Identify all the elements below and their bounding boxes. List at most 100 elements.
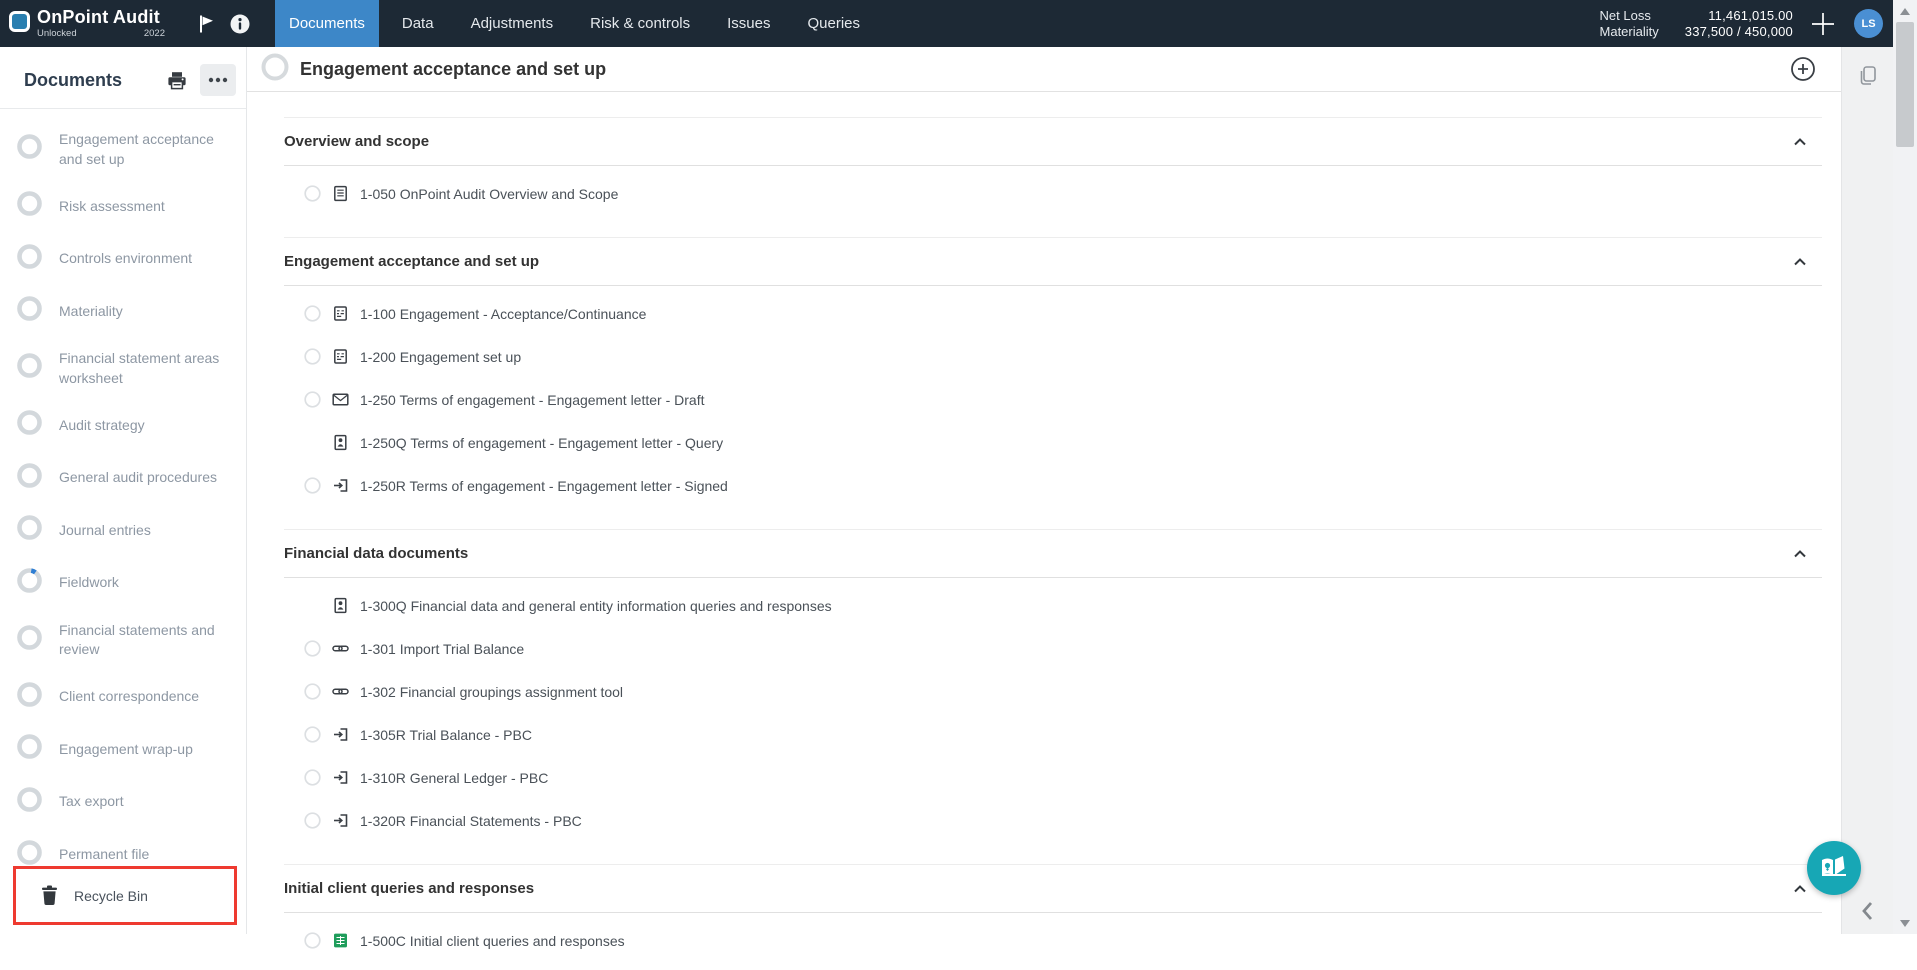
print-icon[interactable] [158, 64, 194, 96]
document-row: 1-200 Engagement set up [284, 335, 1822, 378]
document-checkbox[interactable] [304, 640, 321, 657]
chevron-up-icon[interactable] [1791, 545, 1809, 563]
checklist-icon [332, 185, 349, 202]
sidebar-item-materiality[interactable]: Materiality [0, 285, 246, 338]
scroll-down-icon[interactable] [1893, 914, 1917, 932]
document-row: 1-310R General Ledger - PBC [284, 756, 1822, 799]
info-icon[interactable] [223, 0, 257, 47]
document-title[interactable]: 1-500C Initial client queries and respon… [360, 933, 625, 949]
chevron-up-icon[interactable] [1791, 880, 1809, 898]
document-checkbox[interactable] [304, 683, 321, 700]
chevron-up-icon[interactable] [1791, 133, 1809, 151]
document-checkbox[interactable] [304, 348, 321, 365]
sidebar-item-audit-strategy[interactable]: Audit strategy [0, 399, 246, 452]
document-checkbox[interactable] [304, 812, 321, 829]
progress-ring-icon [17, 734, 42, 765]
sidebar-item-label: Risk assessment [59, 197, 165, 217]
document-title[interactable]: 1-301 Import Trial Balance [360, 641, 524, 657]
document-title[interactable]: 1-050 OnPoint Audit Overview and Scope [360, 186, 618, 202]
primary-nav: Documents Data Adjustments Risk & contro… [275, 0, 883, 47]
sidebar-item-label: Controls environment [59, 249, 192, 269]
nav-tab-adjustments[interactable]: Adjustments [457, 0, 568, 47]
app-logo[interactable]: OnPoint Audit Unlocked 2022 [9, 8, 165, 39]
right-utility-rail [1841, 47, 1893, 934]
nav-tab-risk-controls[interactable]: Risk & controls [576, 0, 704, 47]
scrollbar-thumb[interactable] [1896, 22, 1914, 147]
vertical-scrollbar[interactable] [1893, 0, 1917, 934]
lock-status: Unlocked [37, 29, 77, 39]
sidebar-item-fsa-worksheet[interactable]: Financial statement areas worksheet [0, 338, 246, 399]
avatar[interactable]: LS [1854, 9, 1883, 38]
more-options-icon[interactable] [200, 64, 236, 96]
circle-plus-icon[interactable] [1790, 56, 1816, 82]
progress-ring-icon [17, 296, 42, 327]
sidebar-item-client-correspondence[interactable]: Client correspondence [0, 671, 246, 724]
document-title[interactable]: 1-305R Trial Balance - PBC [360, 727, 532, 743]
document-title[interactable]: 1-310R General Ledger - PBC [360, 770, 548, 786]
progress-ring-icon [17, 682, 42, 713]
document-checkbox[interactable] [304, 932, 321, 949]
sidebar-item-controls-environment[interactable]: Controls environment [0, 233, 246, 286]
nav-tab-issues[interactable]: Issues [713, 0, 784, 47]
sidebar-item-fieldwork[interactable]: Fieldwork [0, 557, 246, 610]
document-title[interactable]: 1-200 Engagement set up [360, 349, 521, 365]
chevron-left-icon[interactable] [1842, 900, 1893, 922]
nav-tab-documents[interactable]: Documents [275, 0, 379, 47]
guidance-fab-button[interactable] [1807, 841, 1861, 895]
document-title[interactable]: 1-250Q Terms of engagement - Engagement … [360, 435, 723, 451]
link-icon [332, 683, 349, 700]
progress-ring-icon [17, 191, 42, 222]
materiality-summary[interactable]: Net Loss 11,461,015.00 Materiality 337,5… [1600, 9, 1793, 38]
spreadsheet-icon [332, 932, 349, 949]
document-title[interactable]: 1-100 Engagement - Acceptance/Continuanc… [360, 306, 646, 322]
nav-tab-data[interactable]: Data [388, 0, 448, 47]
net-loss-value: 11,461,015.00 [1685, 9, 1793, 22]
progress-ring-icon [17, 515, 42, 546]
nav-tab-queries[interactable]: Queries [794, 0, 875, 47]
sidebar-item-engagement-wrap-up[interactable]: Engagement wrap-up [0, 723, 246, 776]
document-row: 1-250 Terms of engagement - Engagement l… [284, 378, 1822, 421]
recycle-bin-button[interactable]: Recycle Bin [13, 866, 237, 925]
section-initial-client-queries: Initial client queries and responses 1-5… [284, 864, 1822, 970]
document-checkbox[interactable] [304, 769, 321, 786]
sign-in-icon [332, 769, 349, 786]
sidebar-item-financial-statements-review[interactable]: Financial statements and review [0, 610, 246, 671]
link-icon [332, 640, 349, 657]
section-title: Engagement acceptance and set up [284, 253, 539, 270]
recycle-bin-label: Recycle Bin [74, 888, 148, 904]
sidebar-item-tax-export[interactable]: Tax export [0, 776, 246, 829]
materiality-label: Materiality [1600, 25, 1659, 38]
sign-in-icon [332, 812, 349, 829]
plus-icon[interactable] [1807, 8, 1839, 40]
copy-pages-icon[interactable] [1842, 64, 1893, 88]
section-engagement-acceptance: Engagement acceptance and set up 1-100 E… [284, 237, 1822, 515]
progress-ring-partial-icon [17, 568, 42, 599]
document-row: 1-500C Initial client queries and respon… [284, 919, 1822, 962]
sidebar-section-list: Engagement acceptance and set up Risk as… [0, 115, 246, 881]
sidebar-item-general-audit-procedures[interactable]: General audit procedures [0, 452, 246, 505]
document-checkbox[interactable] [304, 305, 321, 322]
documents-sidebar: Documents Engagement acceptance and set … [0, 47, 247, 934]
flag-icon[interactable] [189, 0, 223, 47]
sidebar-item-journal-entries[interactable]: Journal entries [0, 504, 246, 557]
document-checkbox[interactable] [304, 477, 321, 494]
document-checkbox[interactable] [304, 726, 321, 743]
document-title[interactable]: 1-250 Terms of engagement - Engagement l… [360, 392, 704, 408]
document-row: 1-250Q Terms of engagement - Engagement … [284, 421, 1822, 464]
document-checkbox[interactable] [304, 391, 321, 408]
scroll-up-icon[interactable] [1893, 2, 1917, 20]
document-title[interactable]: 1-302 Financial groupings assignment too… [360, 684, 623, 700]
document-title[interactable]: 1-250R Terms of engagement - Engagement … [360, 478, 728, 494]
sidebar-item-engagement-acceptance[interactable]: Engagement acceptance and set up [0, 119, 246, 180]
document-title[interactable]: 1-300Q Financial data and general entity… [360, 598, 832, 614]
progress-ring-icon [17, 463, 42, 494]
sidebar-item-label: Engagement wrap-up [59, 740, 193, 760]
sidebar-item-risk-assessment[interactable]: Risk assessment [0, 180, 246, 233]
engagement-year: 2022 [144, 29, 165, 39]
document-row: 1-305R Trial Balance - PBC [284, 713, 1822, 756]
sidebar-title: Documents [24, 70, 158, 91]
progress-ring-icon [17, 787, 42, 818]
chevron-up-icon[interactable] [1791, 253, 1809, 271]
document-checkbox[interactable] [304, 185, 321, 202]
document-title[interactable]: 1-320R Financial Statements - PBC [360, 813, 582, 829]
